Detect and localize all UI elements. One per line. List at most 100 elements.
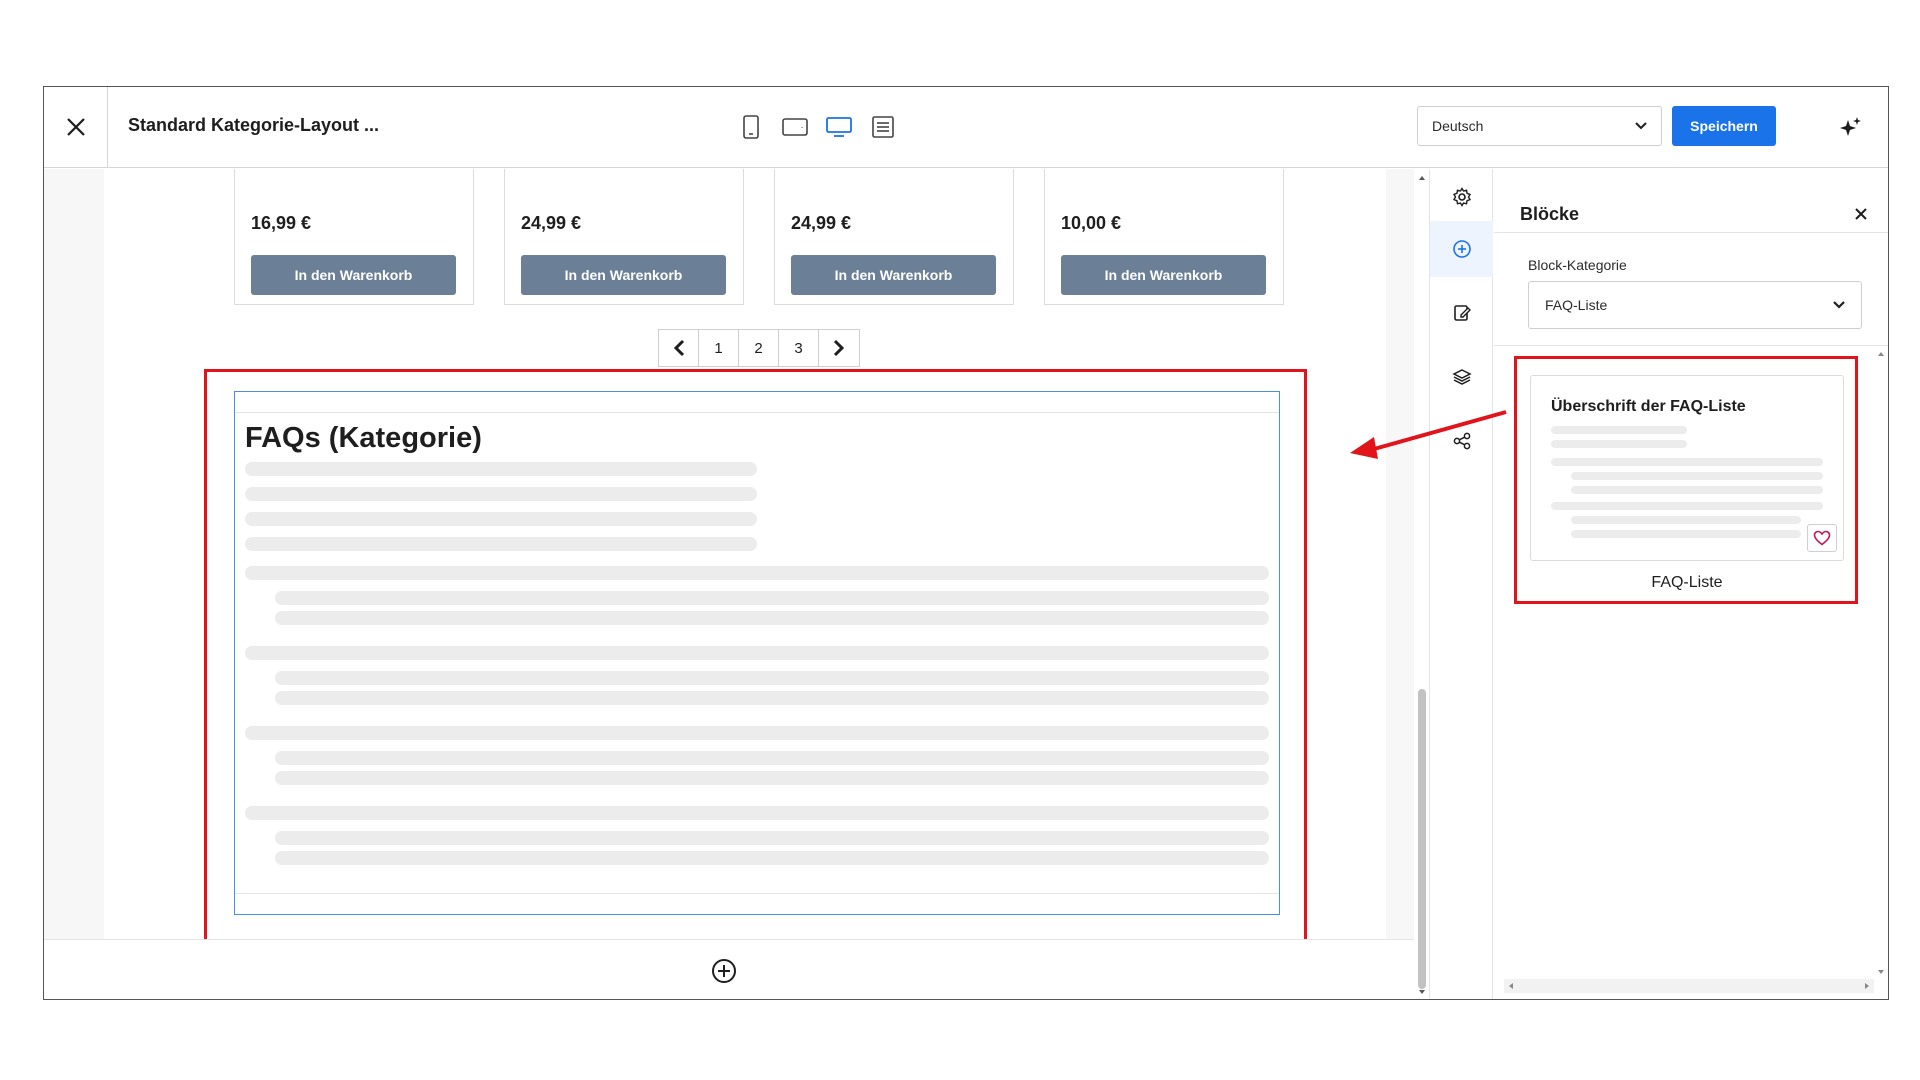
block-category-select[interactable]: FAQ-Liste	[1528, 281, 1862, 329]
skeleton-question	[245, 806, 1269, 820]
skeleton-answer	[275, 831, 1269, 845]
block-category-label: Block-Kategorie	[1528, 257, 1627, 273]
pagination-next-button[interactable]	[819, 330, 859, 366]
skeleton-line	[1551, 440, 1687, 448]
scroll-right-icon	[1865, 983, 1869, 989]
block-preview-card[interactable]: Überschrift der FAQ-Liste	[1530, 375, 1844, 561]
block-preview-title: Überschrift der FAQ-Liste	[1551, 398, 1746, 415]
page-title: Standard Kategorie-Layout ...	[128, 115, 380, 135]
skeleton-answer	[275, 751, 1269, 765]
skeleton-line	[245, 462, 757, 476]
skeleton-question	[245, 566, 1269, 580]
add-to-cart-button[interactable]: In den Warenkorb	[521, 255, 726, 295]
share-icon	[1453, 432, 1470, 450]
device-tablet-button[interactable]	[780, 112, 810, 142]
scroll-up-icon	[1878, 352, 1884, 356]
skeleton-question	[245, 726, 1269, 740]
device-switcher	[736, 112, 898, 142]
canvas-scrollbar-thumb[interactable]	[1418, 689, 1426, 989]
chevron-right-icon	[833, 339, 845, 357]
skeleton-answer	[275, 671, 1269, 685]
panel-horizontal-scrollbar[interactable]	[1504, 979, 1874, 993]
device-form-button[interactable]	[868, 112, 898, 142]
product-price: 24,99 €	[791, 213, 852, 233]
product-card: 24,99 € In den Warenkorb	[504, 169, 744, 305]
language-select[interactable]: Deutsch	[1417, 106, 1662, 146]
canvas-scrollbar[interactable]	[1415, 169, 1429, 999]
product-price: 10,00 €	[1061, 213, 1122, 233]
top-bar: Standard Kategorie-Layout ... Deutsch Sp…	[44, 87, 1888, 168]
faq-heading: FAQs (Kategorie)	[245, 422, 482, 454]
device-desktop-button[interactable]	[824, 112, 854, 142]
product-card: 16,99 € In den Warenkorb	[234, 169, 474, 305]
device-mobile-button[interactable]	[736, 112, 766, 142]
ai-assistant-button[interactable]	[1838, 115, 1864, 141]
form-icon	[872, 116, 894, 138]
skeleton-line	[1551, 502, 1823, 510]
pagination-prev-button[interactable]	[659, 330, 699, 366]
panel-header: Blöcke	[1494, 169, 1888, 233]
plus-circle-icon	[712, 959, 736, 983]
add-to-cart-button[interactable]: In den Warenkorb	[251, 255, 456, 295]
skeleton-answer	[275, 591, 1269, 605]
panel-title: Blöcke	[1520, 204, 1580, 224]
skeleton-line	[1551, 458, 1823, 466]
skeleton-line	[1551, 426, 1687, 434]
skeleton-line	[245, 537, 757, 551]
faq-block[interactable]: FAQs (Kategorie)	[234, 391, 1280, 915]
skeleton-answer	[275, 691, 1269, 705]
add-to-cart-button[interactable]: In den Warenkorb	[791, 255, 996, 295]
product-price: 24,99 €	[521, 213, 582, 233]
desktop-icon	[826, 117, 852, 137]
rail-add-block-button[interactable]	[1430, 221, 1493, 277]
canvas-footer	[44, 939, 1414, 999]
skeleton-line	[1571, 516, 1801, 524]
scroll-down-icon	[1419, 990, 1425, 994]
skeleton-answer	[275, 611, 1269, 625]
chevron-down-icon	[1833, 301, 1845, 309]
pagination-page[interactable]: 2	[739, 330, 779, 366]
language-select-value: Deutsch	[1432, 118, 1484, 134]
faq-block-top-border	[235, 412, 1279, 413]
sidebar-rail	[1429, 169, 1493, 999]
layers-icon	[1451, 369, 1472, 385]
block-preview-label: FAQ-Liste	[1651, 574, 1723, 591]
favorite-button[interactable]	[1807, 524, 1837, 552]
chevron-down-icon	[1635, 122, 1647, 130]
skeleton-answer	[275, 771, 1269, 785]
product-card: 24,99 € In den Warenkorb	[774, 169, 1014, 305]
editor-window: Standard Kategorie-Layout ... Deutsch Sp…	[43, 86, 1889, 1000]
panel-divider	[1494, 345, 1888, 346]
gear-icon	[1452, 187, 1471, 207]
panel-scrollbar[interactable]	[1874, 345, 1888, 985]
product-card: 10,00 € In den Warenkorb	[1044, 169, 1284, 305]
heart-icon	[1813, 530, 1831, 546]
pagination: 1 2 3	[658, 329, 860, 367]
mobile-icon	[743, 115, 759, 139]
layout-canvas: 16,99 € In den Warenkorb 24,99 € In den …	[44, 169, 1414, 999]
rail-share-button[interactable]	[1430, 413, 1493, 469]
save-button[interactable]: Speichern	[1672, 106, 1776, 146]
product-price: 16,99 €	[251, 213, 312, 233]
rail-edit-button[interactable]	[1430, 285, 1493, 341]
skeleton-line	[1571, 486, 1823, 494]
skeleton-line	[1571, 472, 1823, 480]
pagination-page[interactable]: 3	[779, 330, 819, 366]
plus-circle-icon	[1452, 240, 1471, 258]
blocks-panel: Blöcke Block-Kategorie FAQ-Liste Übersch…	[1494, 169, 1888, 999]
skeleton-question	[245, 646, 1269, 660]
tablet-icon	[782, 118, 808, 136]
scroll-down-icon	[1878, 970, 1884, 974]
sparkles-icon	[1840, 117, 1861, 136]
close-editor-button[interactable]	[44, 87, 108, 167]
skeleton-answer	[275, 851, 1269, 865]
scroll-up-icon	[1419, 176, 1425, 180]
panel-close-button[interactable]	[1854, 207, 1872, 225]
add-section-button[interactable]	[711, 958, 737, 984]
skeleton-line	[245, 512, 757, 526]
pagination-page[interactable]: 1	[699, 330, 739, 366]
rail-layers-button[interactable]	[1430, 349, 1493, 405]
rail-settings-button[interactable]	[1430, 169, 1493, 225]
add-to-cart-button[interactable]: In den Warenkorb	[1061, 255, 1266, 295]
close-icon	[66, 118, 85, 136]
